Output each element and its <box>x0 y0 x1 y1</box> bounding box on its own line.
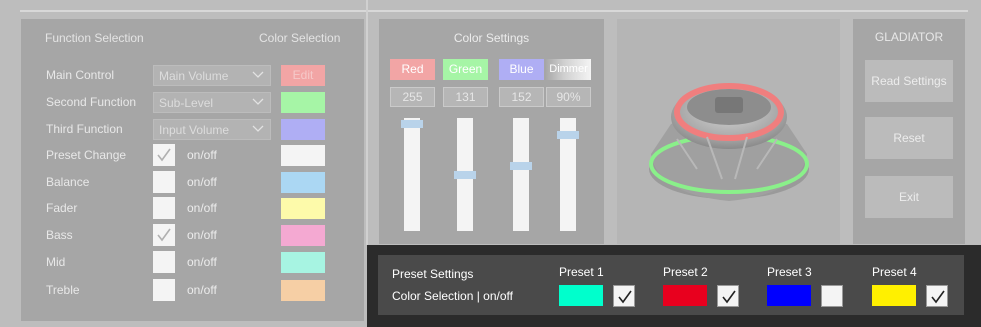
top-divider <box>20 10 968 12</box>
preset-checkbox[interactable] <box>821 285 843 307</box>
color-swatch[interactable] <box>281 252 325 273</box>
panel-divider <box>366 0 368 245</box>
function-panel: Function Selection Color Selection Main … <box>21 19 364 321</box>
edit-button[interactable]: Edit <box>281 65 325 86</box>
read-settings-button[interactable]: Read Settings <box>865 60 953 102</box>
channel-label: Green <box>443 59 488 80</box>
color-swatch[interactable] <box>281 119 325 140</box>
color-swatch[interactable] <box>281 225 325 246</box>
color-settings-panel: Color Settings Red 255 Green 131 Blue 152 Dimm… <box>379 19 604 244</box>
function-checkbox[interactable] <box>153 251 175 273</box>
channel-label: Dimmer <box>546 59 591 80</box>
checkmark-icon <box>618 290 632 304</box>
color-selection-header: Color Selection <box>259 31 341 45</box>
preset-label: Preset 3 <box>767 265 812 279</box>
knob-image <box>649 83 809 201</box>
preset-checkbox[interactable] <box>717 285 739 307</box>
preset-label: Preset 1 <box>559 265 604 279</box>
color-swatch[interactable] <box>281 145 325 166</box>
color-swatch[interactable] <box>281 280 325 301</box>
preset-settings-inner: Preset Settings Color Selection | on/off… <box>378 255 964 315</box>
gladiator-panel: GLADIATOR Read Settings Reset Exit <box>853 19 965 244</box>
channel-slider-track[interactable] <box>513 118 529 231</box>
function-label: Preset Change <box>46 148 127 162</box>
function-checkbox[interactable] <box>153 197 175 219</box>
channel-label: Blue <box>499 59 544 80</box>
gladiator-title: GLADIATOR <box>874 30 944 44</box>
function-select-value: Sub-Level <box>159 96 214 110</box>
checkmark-icon <box>157 148 171 162</box>
function-label: Treble <box>46 283 80 297</box>
channel-value-input[interactable]: 90% <box>546 87 591 107</box>
function-checkbox[interactable] <box>153 144 175 166</box>
preset-color-swatch[interactable] <box>872 285 916 306</box>
function-selection-header: Function Selection <box>45 31 144 45</box>
function-select[interactable]: Main Volume <box>153 65 271 86</box>
function-label: Balance <box>46 175 90 189</box>
color-swatch[interactable] <box>281 172 325 193</box>
exit-button[interactable]: Exit <box>865 176 953 218</box>
preset-label: Preset 2 <box>663 265 708 279</box>
preset-color-swatch[interactable] <box>767 285 811 306</box>
reset-button[interactable]: Reset <box>865 117 953 159</box>
channel-value-input[interactable]: 255 <box>390 87 435 107</box>
function-checkbox[interactable] <box>153 171 175 193</box>
function-select-value: Input Volume <box>159 123 230 137</box>
preset-settings-panel: Preset Settings Color Selection | on/off… <box>367 245 981 327</box>
onoff-label: on/off <box>187 175 217 189</box>
preset-settings-title: Preset Settings <box>392 267 474 281</box>
onoff-label: on/off <box>187 148 217 162</box>
color-settings-title: Color Settings <box>453 31 530 45</box>
preset-label: Preset 4 <box>872 265 917 279</box>
channel-value-input[interactable]: 152 <box>499 87 544 107</box>
channel-label: Red <box>390 59 435 80</box>
channel-slider-thumb[interactable] <box>557 131 579 139</box>
function-label: Mid <box>46 255 66 269</box>
onoff-label: on/off <box>187 283 217 297</box>
function-label: Second Function <box>46 95 137 109</box>
channel-slider-thumb[interactable] <box>401 120 423 128</box>
preset-settings-subtitle: Color Selection | on/off <box>392 289 513 303</box>
preset-color-swatch[interactable] <box>663 285 707 306</box>
checkmark-icon <box>157 228 171 242</box>
function-select[interactable]: Sub-Level <box>153 92 271 113</box>
channel-value-input[interactable]: 131 <box>443 87 488 107</box>
checkmark-icon <box>931 290 945 304</box>
channel-slider-thumb[interactable] <box>510 162 532 170</box>
onoff-label: on/off <box>187 228 217 242</box>
function-select-value: Main Volume <box>159 69 229 83</box>
function-checkbox[interactable] <box>153 279 175 301</box>
function-label: Main Control <box>46 68 115 82</box>
function-select[interactable]: Input Volume <box>153 119 271 140</box>
checkmark-icon <box>722 290 736 304</box>
onoff-label: on/off <box>187 201 217 215</box>
function-label: Third Function <box>46 122 123 136</box>
function-label: Fader <box>46 201 78 215</box>
chevron-down-icon <box>252 71 264 78</box>
knob-image-panel <box>617 19 840 244</box>
chevron-down-icon <box>252 98 264 105</box>
color-swatch[interactable] <box>281 92 325 113</box>
chevron-down-icon <box>252 125 264 132</box>
function-checkbox[interactable] <box>153 224 175 246</box>
color-swatch[interactable] <box>281 198 325 219</box>
preset-checkbox[interactable] <box>613 285 635 307</box>
preset-checkbox[interactable] <box>926 285 948 307</box>
channel-slider-thumb[interactable] <box>454 171 476 179</box>
channel-slider-track[interactable] <box>404 118 420 231</box>
preset-color-swatch[interactable] <box>559 285 603 306</box>
onoff-label: on/off <box>187 255 217 269</box>
function-label: Bass <box>46 228 73 242</box>
